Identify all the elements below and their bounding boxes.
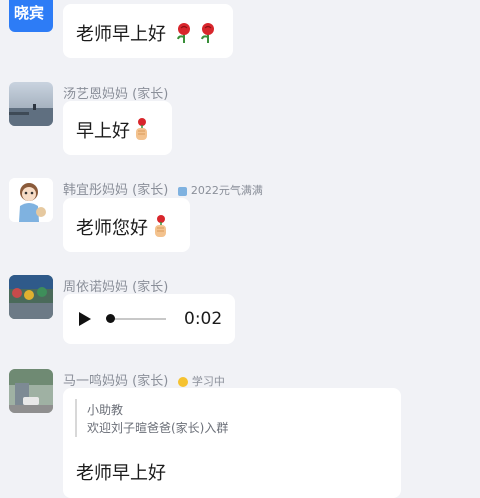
avatar[interactable] xyxy=(9,275,53,319)
status-badge-text: 2022元气满满 xyxy=(190,184,263,197)
message-text: 老师早上好 xyxy=(76,463,166,484)
message-bubble[interactable]: 老师早上好 xyxy=(63,4,233,58)
crowd-photo-avatar xyxy=(9,275,53,319)
quote-author: 小助教 xyxy=(87,403,124,417)
sender-name: 周依诺妈妈 (家长) xyxy=(63,280,169,295)
avatar[interactable] xyxy=(9,369,53,413)
quote-bar xyxy=(75,399,77,437)
voice-progress-handle[interactable] xyxy=(106,314,115,323)
sender-name-text: 马一鸣妈妈 (家长) xyxy=(63,374,169,389)
rose-icon xyxy=(177,23,190,43)
street-photo-avatar xyxy=(9,369,53,413)
message-bubble[interactable]: 老师您好 xyxy=(63,198,190,252)
rose-icon xyxy=(201,23,214,43)
child-cartoon-avatar xyxy=(9,178,53,222)
status-badge-text: 学习中 xyxy=(191,375,225,388)
quote-text: 欢迎刘子暄爸爸(家长)入群 xyxy=(87,421,229,435)
message-bubble[interactable]: 早上好 xyxy=(63,101,172,155)
avatar-text-badge[interactable]: 晓宾 xyxy=(9,0,53,32)
quote-reply-bubble[interactable]: 小助教 欢迎刘子暄爸爸(家长)入群 老师早上好 xyxy=(63,388,401,498)
sender-name-text: 韩宜彤妈妈 (家长) xyxy=(63,183,169,198)
play-icon[interactable] xyxy=(78,311,92,327)
sunglasses-emoji-icon xyxy=(178,377,189,387)
avatar-text: 晓宾 xyxy=(14,4,45,22)
sender-name: 汤艺恩妈妈 (家长) xyxy=(63,87,169,102)
status-badge: 2022元气满满 xyxy=(178,184,263,197)
hand-rose-icon xyxy=(136,118,147,140)
sender-name: 韩宜彤妈妈 (家长) 2022元气满满 xyxy=(63,179,263,198)
sender-name: 马一鸣妈妈 (家长) 学习中 xyxy=(63,370,225,389)
status-badge: 学习中 xyxy=(178,375,225,388)
voice-progress-track[interactable] xyxy=(108,318,166,320)
avatar[interactable] xyxy=(9,82,53,126)
flag-icon xyxy=(178,186,188,196)
message-text: 老师早上好 xyxy=(76,24,166,45)
message-text: 老师您好 xyxy=(76,218,148,239)
voice-message-bubble[interactable]: 0:02 xyxy=(63,294,235,344)
message-text: 早上好 xyxy=(76,121,130,142)
voice-duration: 0:02 xyxy=(184,309,223,329)
lake-photo-avatar xyxy=(9,82,53,126)
avatar[interactable] xyxy=(9,178,53,222)
hand-rose-icon xyxy=(155,215,166,237)
